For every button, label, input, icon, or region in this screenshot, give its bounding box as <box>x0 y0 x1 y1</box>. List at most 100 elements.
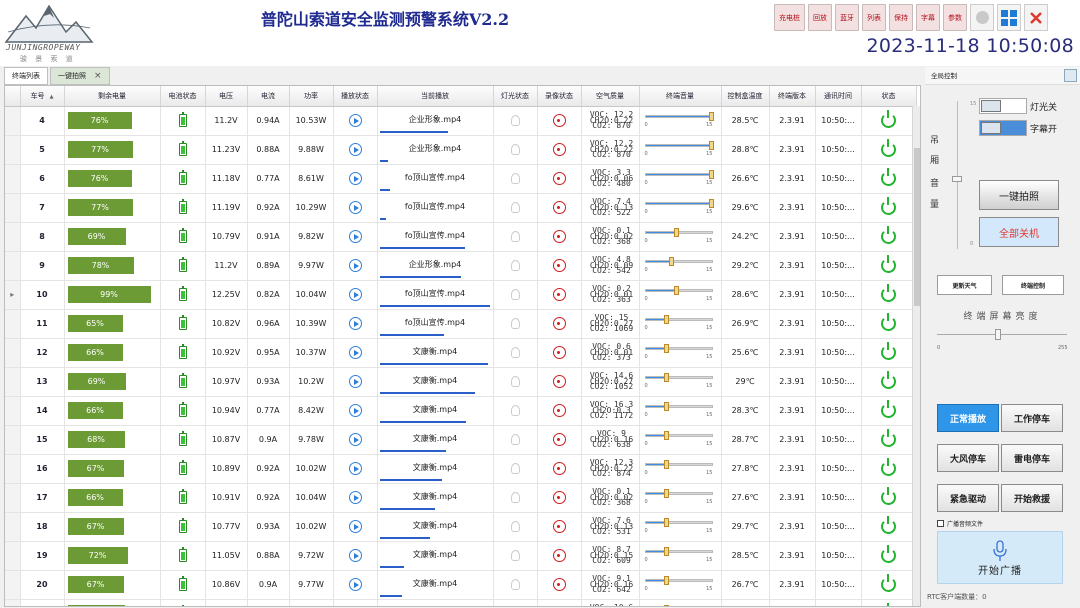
table-row[interactable]: 20 67% 10.86V 0.9A 9.77W 文康衡.mp4 VOC: 9.1 CH2O:… <box>5 570 917 600</box>
row-selector[interactable] <box>5 251 21 281</box>
work-stop-button[interactable]: 工作停车 <box>1001 404 1063 432</box>
power-icon[interactable] <box>886 603 889 606</box>
column-header-play-status[interactable]: 播放状态 <box>333 86 378 107</box>
volume-slider[interactable] <box>644 517 713 527</box>
play-icon[interactable] <box>348 578 362 591</box>
list-button[interactable]: 列表 <box>862 4 886 31</box>
volume-thumb[interactable] <box>708 140 714 150</box>
play-icon[interactable] <box>348 114 362 127</box>
column-header-comm-time[interactable]: 通讯时间 <box>815 86 862 107</box>
table-row[interactable]: 5 77% 11.23V 0.88A 9.88W 企业形象.mp4 VOC: 12.2 CH2… <box>5 135 917 165</box>
volume-slider[interactable] <box>644 285 713 295</box>
tab-close-icon[interactable]: × <box>94 71 102 81</box>
play-icon[interactable] <box>348 375 362 388</box>
volume-thumb[interactable] <box>664 401 670 411</box>
column-header-record-status[interactable]: 录像状态 <box>537 86 582 107</box>
emergency-drive-button[interactable]: 紧急驱动 <box>937 484 999 512</box>
hold-button[interactable]: 保持 <box>889 4 913 31</box>
record-icon[interactable] <box>552 462 566 475</box>
row-selector[interactable] <box>5 541 21 571</box>
volume-thumb[interactable] <box>673 285 679 295</box>
play-icon[interactable] <box>348 259 362 272</box>
play-icon[interactable] <box>348 549 362 562</box>
column-header-terminal-volume[interactable]: 终端音量 <box>639 86 722 107</box>
brightness-slider[interactable] <box>937 329 1067 341</box>
volume-thumb[interactable] <box>708 198 714 208</box>
table-row[interactable]: 8 69% 10.79V 0.91A 9.82W fo顶山宣传.mp4 VOC: 0.1 CH… <box>5 222 917 252</box>
volume-slider[interactable] <box>644 314 713 324</box>
one-click-photo-button[interactable]: 一键拍照 <box>979 180 1059 210</box>
column-header-terminal-version[interactable]: 终端版本 <box>769 86 816 107</box>
play-icon[interactable] <box>348 491 362 504</box>
table-row[interactable]: 4 76% 11.2V 0.94A 10.53W 企业形象.mp4 VOC: 12.2 CH2… <box>5 106 917 136</box>
bluetooth-button[interactable]: 蓝牙 <box>835 4 859 31</box>
column-header-car-no[interactable]: 车号 ▲ <box>20 86 65 107</box>
volume-thumb[interactable] <box>664 604 670 606</box>
power-icon[interactable] <box>881 110 896 128</box>
play-icon[interactable] <box>348 143 362 156</box>
play-icon[interactable] <box>348 172 362 185</box>
power-icon[interactable] <box>881 429 896 447</box>
row-selector[interactable] <box>5 193 21 223</box>
row-selector[interactable] <box>5 106 21 136</box>
power-icon[interactable] <box>881 284 896 302</box>
table-row[interactable]: 7 77% 11.19V 0.92A 10.29W fo顶山宣传.mp4 VOC: 7.4 C… <box>5 193 917 223</box>
power-icon[interactable] <box>881 342 896 360</box>
volume-slider[interactable] <box>644 401 713 411</box>
volume-slider[interactable] <box>644 140 714 150</box>
tab-one-click-photo[interactable]: 一键拍照 × <box>50 67 110 85</box>
charging-pile-button[interactable]: 充电桩 <box>774 4 805 31</box>
power-icon[interactable] <box>881 545 896 563</box>
brightness-slider-thumb[interactable] <box>995 329 1001 340</box>
volume-slider[interactable] <box>644 372 713 382</box>
start-rescue-button[interactable]: 开始救援 <box>1001 484 1063 512</box>
volume-thumb[interactable] <box>708 111 714 121</box>
volume-slider-thumb[interactable] <box>952 176 962 182</box>
record-icon[interactable] <box>552 578 566 591</box>
record-icon[interactable] <box>552 520 566 533</box>
power-icon[interactable] <box>881 371 896 389</box>
terminal-control-button[interactable]: 终端控制 <box>1002 275 1064 295</box>
power-icon[interactable] <box>881 487 896 505</box>
row-selector[interactable] <box>5 309 21 339</box>
table-row[interactable]: 17 66% 10.91V 0.92A 10.04W 文康衡.mp4 VOC: 0.1 CH2… <box>5 483 917 513</box>
column-header-status[interactable]: 状态 <box>861 86 917 107</box>
table-row[interactable]: 16 67% 10.89V 0.92A 10.02W 文康衡.mp4 VOC: 12.3 CH… <box>5 454 917 484</box>
table-row[interactable]: 6 76% 11.18V 0.77A 8.61W fo顶山宣传.mp4 VOC: 3.3 CH… <box>5 164 917 194</box>
shutdown-all-button[interactable]: 全部关机 <box>979 217 1059 247</box>
record-icon[interactable] <box>552 259 566 272</box>
normal-play-button[interactable]: 正常播放 <box>937 404 999 432</box>
volume-slider[interactable] <box>644 343 713 353</box>
row-selector[interactable] <box>5 396 21 426</box>
power-icon[interactable] <box>881 458 896 476</box>
volume-slider[interactable] <box>644 488 713 498</box>
column-header-current[interactable]: 电流 <box>247 86 290 107</box>
play-icon[interactable] <box>348 520 362 533</box>
volume-thumb[interactable] <box>664 314 670 324</box>
volume-thumb[interactable] <box>664 488 670 498</box>
record-icon[interactable] <box>552 201 566 214</box>
row-selector[interactable]: ▸ <box>5 280 21 310</box>
row-selector[interactable] <box>5 135 21 165</box>
update-weather-button[interactable]: 更新天气 <box>937 275 992 295</box>
row-selector[interactable] <box>5 512 21 542</box>
record-icon[interactable] <box>552 346 566 359</box>
record-icon[interactable] <box>552 143 566 156</box>
table-row[interactable]: 2168% 10.9V0.9A9.9W 文康衡.mp4 VOC: 10.6CH2O:0… <box>5 599 917 606</box>
table-row[interactable]: 12 66% 10.92V 0.95A 10.37W 文康衡.mp4 VOC: 0.6 CH2… <box>5 338 917 368</box>
play-icon[interactable] <box>348 462 362 475</box>
play-icon[interactable] <box>348 433 362 446</box>
tab-terminal-list[interactable]: 终端列表 <box>4 67 48 85</box>
volume-thumb[interactable] <box>664 546 670 556</box>
table-row[interactable]: 18 67% 10.77V 0.93A 10.02W 文康衡.mp4 VOC: 7.6 CH2… <box>5 512 917 542</box>
params-button[interactable]: 参数 <box>943 4 967 31</box>
column-header-voltage[interactable]: 电压 <box>205 86 248 107</box>
record-icon[interactable] <box>552 317 566 330</box>
play-icon[interactable] <box>348 317 362 330</box>
power-icon[interactable] <box>881 255 896 273</box>
row-selector[interactable] <box>5 338 21 368</box>
volume-thumb[interactable] <box>664 372 670 382</box>
volume-thumb[interactable] <box>664 343 670 353</box>
row-selector[interactable] <box>5 367 21 397</box>
table-row[interactable]: ▸ 10 99% 12.25V 0.82A 10.04W fo顶山宣传.mp4 VOC: 0.… <box>5 280 917 310</box>
